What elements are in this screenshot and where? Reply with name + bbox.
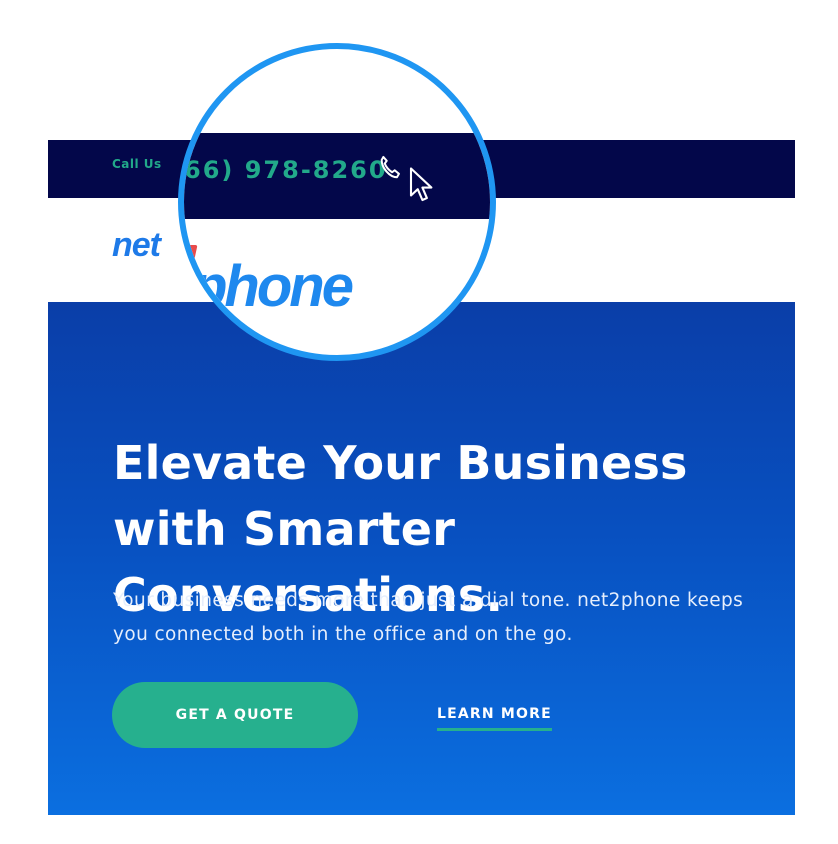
hero-subtitle: Your business needs more than just a dia…: [113, 590, 744, 645]
hero-section: Elevate Your Business with Smarter Conve…: [48, 302, 795, 815]
magnified-logo: phone: [192, 254, 354, 319]
learn-more-link[interactable]: LEARN MORE: [437, 706, 552, 731]
call-us-text[interactable]: Call Us: [112, 157, 162, 171]
get-a-quote-button[interactable]: GET A QUOTE: [112, 682, 358, 748]
logo-partial[interactable]: net: [112, 226, 161, 265]
magnifier-lens: 66) 978-8260 phone: [178, 43, 496, 361]
magnified-view: 66) 978-8260 phone: [184, 49, 490, 355]
mouse-cursor-icon: [409, 167, 433, 202]
phone-icon[interactable]: [374, 152, 408, 186]
magnified-phone-number[interactable]: 66) 978-8260: [184, 156, 388, 184]
